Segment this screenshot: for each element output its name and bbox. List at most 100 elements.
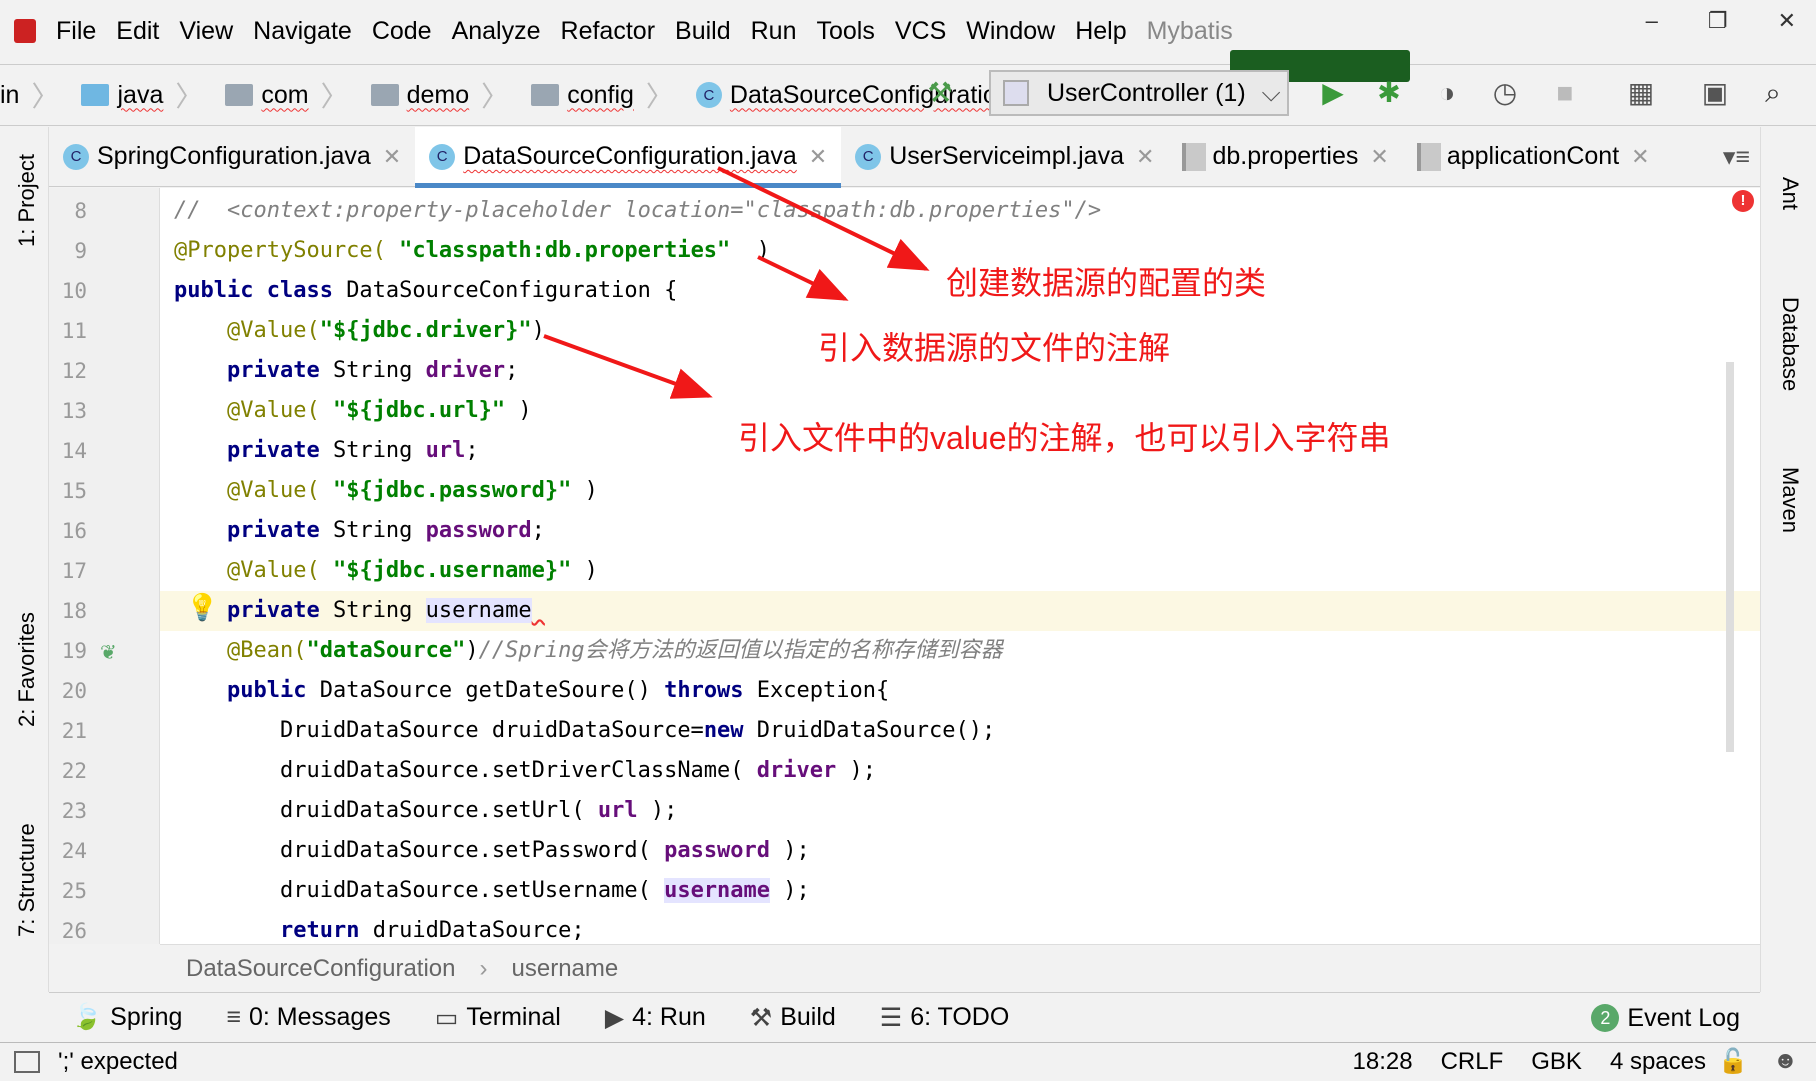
tab-datasourceconfiguration[interactable]: C DataSourceConfiguration.java ✕	[415, 126, 842, 188]
code-token: druidDataSource.setUsername(	[174, 878, 665, 903]
code-token: "${jdbc.driver}"	[319, 318, 532, 343]
menu-view[interactable]: View	[179, 17, 233, 46]
coverage-icon[interactable]: ◑	[1432, 78, 1462, 108]
code-token: url	[425, 438, 466, 463]
tool-ant[interactable]: Ant	[1777, 177, 1803, 210]
tool-favorites[interactable]: 2: Favorites	[14, 612, 40, 727]
line-separator[interactable]: CRLF	[1441, 1048, 1504, 1076]
tab-springconfiguration[interactable]: C SpringConfiguration.java ✕	[49, 127, 415, 187]
class-icon: C	[429, 143, 456, 170]
menu-edit[interactable]: Edit	[116, 17, 159, 46]
build-hammer-icon[interactable]: ⚒	[925, 78, 955, 108]
code-line: @Bean("dataSource")//Spring会将方法的返回值以指定的名…	[160, 631, 1760, 671]
menu-vcs[interactable]: VCS	[895, 17, 946, 46]
menu-file[interactable]: File	[56, 17, 96, 46]
breadcrumb-item[interactable]: com 〉	[225, 75, 349, 115]
close-icon[interactable]: ✕	[383, 144, 401, 170]
profile-icon[interactable]: ◷	[1490, 78, 1520, 108]
breadcrumb-class[interactable]: DataSourceConfiguration	[186, 955, 456, 983]
code-token: )	[730, 238, 771, 263]
menu-tools[interactable]: Tools	[816, 17, 874, 46]
tool-window-label: 6: TODO	[910, 1003, 1010, 1031]
toggle-tool-windows-icon[interactable]	[14, 1050, 40, 1073]
line-number: 8	[74, 199, 87, 223]
window-controls: – ❐ ✕	[1646, 8, 1796, 34]
menu-code[interactable]: Code	[372, 17, 432, 46]
chevron-right-icon: 〉	[320, 81, 349, 112]
code-token: )	[571, 478, 598, 503]
close-icon[interactable]: ✕	[1136, 144, 1154, 170]
caret-position[interactable]: 18:28	[1353, 1048, 1413, 1076]
unlock-icon[interactable]: 🔓	[1718, 1047, 1748, 1076]
tool-window-run[interactable]: ▶ 4: Run	[605, 1003, 706, 1033]
code-token: new	[703, 718, 757, 743]
menu-mybatis[interactable]: Mybatis	[1147, 17, 1233, 46]
event-log-button[interactable]: 2 Event Log	[1591, 993, 1740, 1043]
menu-refactor[interactable]: Refactor	[561, 17, 655, 46]
tab-userserviceimpl[interactable]: C UserServiceimpl.java ✕	[841, 127, 1168, 187]
code-token: password	[425, 518, 532, 543]
close-icon[interactable]: ✕	[1778, 8, 1796, 34]
breadcrumb-field[interactable]: username	[512, 955, 619, 983]
code-line: public DataSource getDateSoure() throws …	[160, 671, 1760, 711]
close-icon[interactable]: ✕	[1631, 144, 1649, 170]
bean-gutter-icon[interactable]: ❦	[100, 640, 117, 665]
breadcrumb-item[interactable]: config 〉	[531, 75, 674, 115]
menu-bar: File Edit View Navigate Code Analyze Refactor B…	[0, 0, 1816, 62]
tab-applicationcont[interactable]: applicationCont ✕	[1403, 127, 1664, 187]
tab-list-menu-icon[interactable]: ▾≡	[1723, 142, 1750, 172]
navigation-bar: in 〉 java 〉 com 〉 demo 〉 config 〉 C DataSourceConfi…	[0, 64, 1816, 126]
minimize-icon[interactable]: –	[1646, 8, 1658, 34]
event-count-badge: 2	[1591, 1004, 1620, 1032]
run-icon: ▶	[604, 1003, 625, 1032]
breadcrumb-item[interactable]: in 〉	[0, 75, 59, 115]
tool-window-spring[interactable]: 🍃 Spring	[71, 1003, 182, 1032]
menu-analyze[interactable]: Analyze	[452, 17, 541, 46]
menu-run[interactable]: Run	[751, 17, 797, 46]
tab-label: DataSourceConfiguration.java	[463, 142, 797, 170]
menu-window[interactable]: Window	[966, 17, 1055, 46]
code-line: return druidDataSource;	[160, 911, 1760, 944]
folder-icon	[81, 84, 110, 106]
breadcrumb-item[interactable]: java 〉	[81, 75, 203, 115]
tool-structure[interactable]: 7: Structure	[14, 823, 40, 937]
terminal-icon[interactable]: ▣	[1700, 78, 1730, 108]
code-token: @Value(	[226, 398, 333, 423]
breadcrumb-label: in	[0, 80, 20, 109]
run-icon[interactable]: ▶	[1318, 78, 1348, 108]
debug-icon[interactable]: ✱	[1374, 78, 1404, 108]
breadcrumb-item[interactable]: demo 〉	[370, 75, 509, 115]
tool-window-todo[interactable]: ☰ 6: TODO	[880, 1003, 1010, 1033]
line-number: 9	[74, 239, 87, 263]
breadcrumb-item[interactable]: C DataSourceConfiguration	[695, 81, 1011, 110]
intention-bulb-icon[interactable]: 💡	[186, 592, 218, 623]
tool-window-build[interactable]: ⚒ Build	[750, 1003, 836, 1033]
tab-db[interactable]: db.properties ✕	[1168, 127, 1402, 187]
tool-window-terminal[interactable]: ▭ Terminal	[435, 1003, 561, 1033]
stop-icon[interactable]: ■	[1550, 78, 1580, 108]
error-indicator-icon[interactable]: !	[1732, 190, 1754, 212]
project-structure-icon[interactable]: ▦	[1626, 78, 1656, 108]
close-icon[interactable]: ✕	[809, 144, 827, 170]
search-icon[interactable]: ⌕	[1758, 78, 1788, 108]
tool-maven[interactable]: Maven	[1777, 467, 1803, 533]
code-token: String	[332, 518, 426, 543]
code-token: username	[664, 878, 771, 903]
hector-icon[interactable]: ☻	[1773, 1047, 1798, 1075]
close-icon[interactable]: ✕	[1370, 144, 1388, 170]
tool-project[interactable]: 1: Project	[14, 154, 40, 247]
restore-icon[interactable]: ❐	[1708, 8, 1728, 34]
tool-database[interactable]: Database	[1777, 297, 1803, 391]
code-line: druidDataSource.setDriverClassName( driv…	[160, 751, 1760, 791]
menu-help[interactable]: Help	[1075, 17, 1126, 46]
menu-navigate[interactable]: Navigate	[253, 17, 352, 46]
scrollbar[interactable]	[1726, 362, 1734, 752]
code-token: driver	[425, 358, 506, 383]
tool-window-messages[interactable]: ≡ 0: Messages	[226, 1003, 390, 1032]
run-configuration-select[interactable]: UserController (1) ⌵	[989, 70, 1289, 116]
file-encoding[interactable]: GBK	[1531, 1048, 1582, 1076]
menu-build[interactable]: Build	[675, 17, 731, 46]
indent-setting[interactable]: 4 spaces	[1610, 1048, 1706, 1076]
